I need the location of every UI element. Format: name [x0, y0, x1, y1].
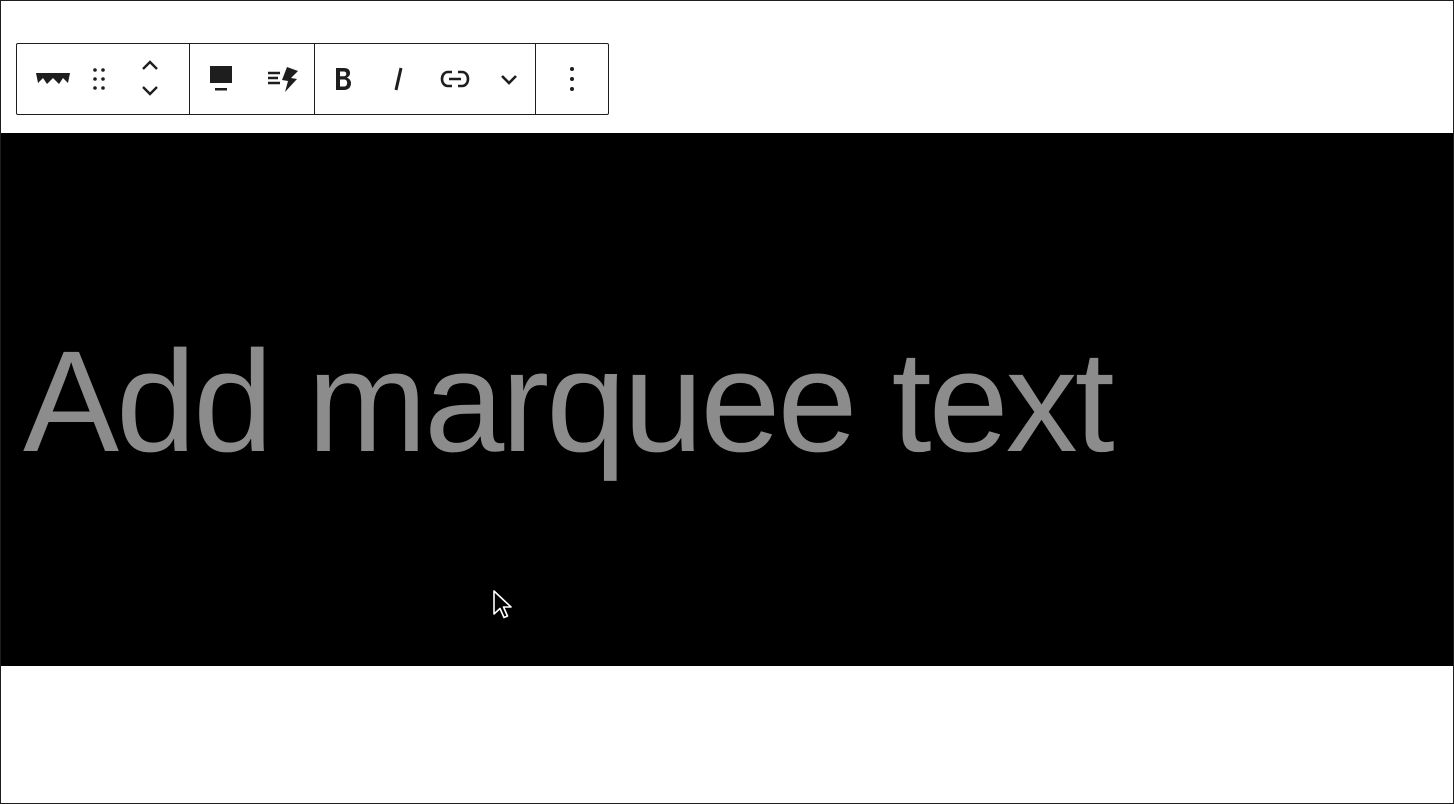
- more-vertical-icon: [570, 67, 574, 91]
- bold-button[interactable]: [315, 44, 371, 114]
- block-toolbar: [16, 43, 609, 115]
- chevron-up-icon: [142, 60, 158, 70]
- chevron-down-icon: [142, 86, 158, 96]
- toolbar-group-block-settings: [190, 44, 315, 114]
- move-down-button[interactable]: [139, 79, 161, 103]
- toolbar-group-formatting: [315, 44, 536, 114]
- chevron-down-icon: [501, 75, 517, 85]
- align-button[interactable]: [190, 44, 252, 114]
- block-mover: [111, 44, 189, 114]
- marquee-placeholder-text[interactable]: Add marquee text: [23, 330, 1115, 474]
- more-formatting-button[interactable]: [483, 44, 535, 114]
- marquee-block[interactable]: Add marquee text: [1, 133, 1453, 666]
- options-button[interactable]: [536, 44, 608, 114]
- link-icon: [440, 70, 470, 88]
- drag-handle-icon: [93, 68, 105, 90]
- toolbar-group-block: [17, 44, 190, 114]
- drag-handle-button[interactable]: [87, 44, 111, 114]
- move-up-button[interactable]: [139, 55, 161, 79]
- marquee-block-icon: [36, 73, 70, 84]
- mouse-pointer-icon: [492, 589, 514, 626]
- link-button[interactable]: [427, 44, 483, 114]
- toolbar-group-options: [536, 44, 608, 114]
- italic-icon: [394, 67, 403, 91]
- align-full-icon: [210, 66, 232, 91]
- speed-icon: [268, 67, 298, 92]
- bold-icon: [336, 68, 351, 90]
- animation-speed-button[interactable]: [252, 44, 314, 114]
- italic-button[interactable]: [371, 44, 427, 114]
- block-type-button[interactable]: [17, 44, 87, 114]
